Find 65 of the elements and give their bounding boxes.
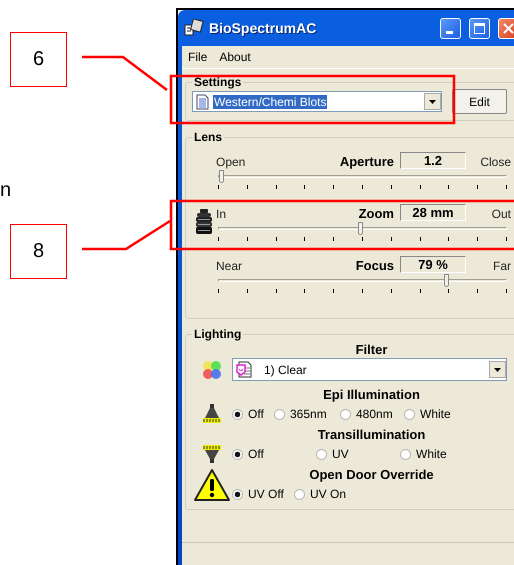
slider[interactable] — [218, 220, 507, 240]
max-label: Far — [492, 258, 511, 272]
max-label: Close — [479, 154, 511, 168]
menu-item[interactable]: File — [188, 50, 208, 64]
radio-button[interactable] — [274, 408, 285, 420]
filter-dropdown[interactable]: 1) Clear — [232, 358, 507, 381]
window-title: BioSpectrumAC — [209, 20, 318, 36]
radio-button[interactable] — [404, 408, 415, 420]
color-circles-icon — [201, 358, 223, 380]
radio-label: Off — [248, 447, 264, 461]
group-title: Lens — [193, 130, 224, 144]
document-icon — [196, 94, 209, 110]
max-label: Out — [490, 206, 511, 220]
app-icon — [184, 19, 204, 37]
callout-label: 6 — [10, 32, 67, 87]
section-title: Epi Illumination — [322, 386, 421, 403]
min-label: Near — [216, 258, 244, 272]
close-icon — [503, 22, 514, 34]
radio-label: White — [420, 407, 451, 421]
warning-icon — [193, 468, 231, 502]
minimize-button[interactable] — [440, 18, 461, 38]
control-label: Focus — [354, 258, 395, 272]
slider-thumb[interactable] — [444, 274, 450, 286]
edit-button[interactable]: Edit — [452, 89, 507, 114]
group-title: Lighting — [193, 327, 242, 341]
cut-text: n — [0, 179, 12, 202]
radio-label: 480nm — [356, 407, 393, 421]
min-label: Open — [216, 154, 246, 168]
lens-icon — [195, 209, 213, 235]
maximize-button[interactable] — [469, 18, 490, 38]
slider-thumb[interactable] — [358, 222, 363, 234]
close-button[interactable] — [498, 18, 514, 38]
radio-label: 365nm — [290, 407, 327, 421]
control-label: Zoom — [358, 206, 395, 220]
section-title: Open Door Override — [308, 466, 435, 483]
lamp-icon — [201, 444, 223, 464]
dropdown-value: 1) Clear — [264, 362, 307, 376]
radio-button[interactable] — [232, 488, 243, 500]
radio-button[interactable] — [316, 448, 327, 460]
section-title: Transillumination — [316, 426, 426, 443]
min-label: In — [216, 206, 228, 220]
value-readout: 1.2 — [400, 152, 466, 168]
value-readout: 79 % — [400, 256, 466, 272]
value-readout: 28 mm — [400, 204, 466, 220]
radio-label: Off — [248, 407, 264, 421]
radio-label: UV — [332, 447, 349, 461]
radio-button[interactable] — [400, 448, 411, 460]
group-title: Settings — [193, 75, 242, 89]
callout-label: 8 — [10, 224, 67, 279]
filter-icon — [236, 361, 252, 378]
radio-button[interactable] — [232, 448, 243, 460]
radio-label: UV Off — [248, 487, 284, 501]
control-label: Aperture — [338, 154, 395, 168]
radio-label: White — [416, 447, 447, 461]
lamp-icon — [201, 404, 223, 424]
slider[interactable] — [218, 168, 507, 188]
radio-button[interactable] — [294, 488, 305, 500]
radio-button[interactable] — [340, 408, 351, 420]
radio-button[interactable] — [232, 408, 243, 420]
profile-dropdown[interactable]: Western/Chemi Blots — [192, 91, 442, 112]
section-title: Filter — [354, 341, 388, 358]
menu-item[interactable]: About — [219, 50, 251, 64]
slider-thumb[interactable] — [218, 170, 224, 182]
slider[interactable] — [218, 272, 507, 292]
radio-label: UV On — [310, 487, 346, 501]
